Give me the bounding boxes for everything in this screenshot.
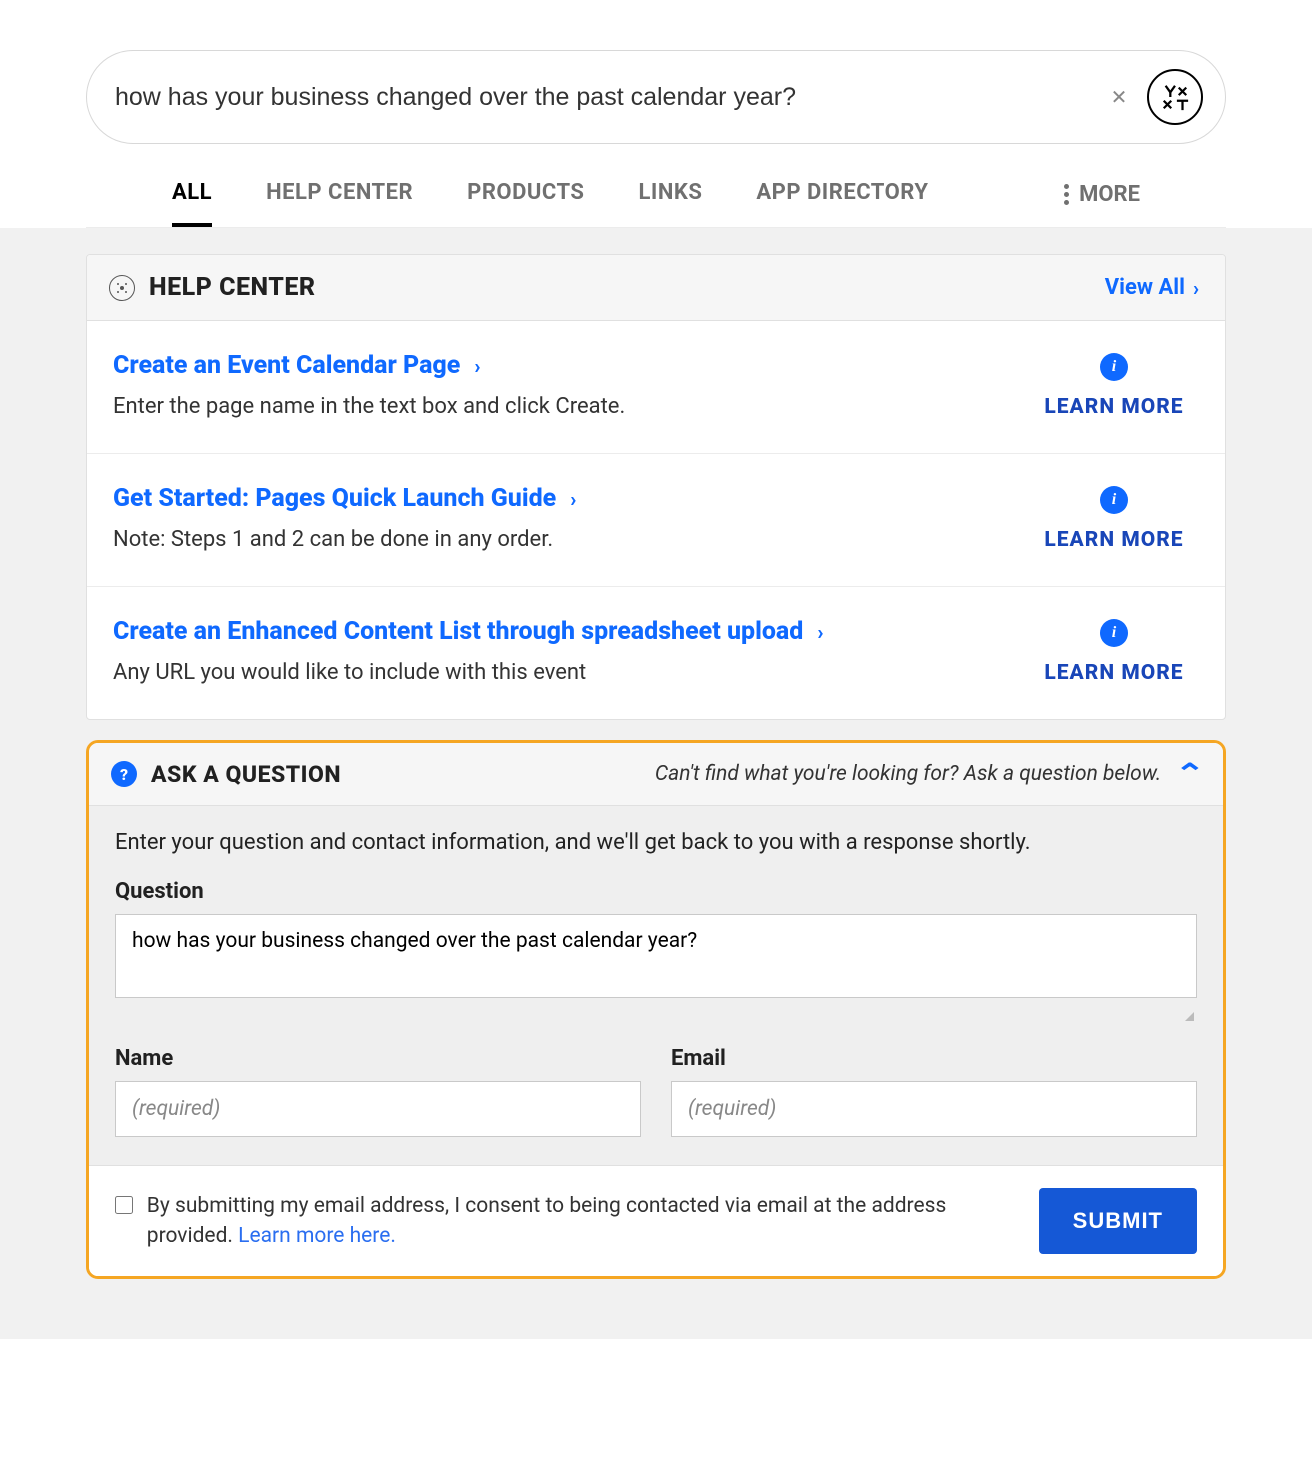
result-title-link[interactable]: Create an Event Calendar Page › (113, 351, 480, 380)
section-title: HELP CENTER (149, 273, 316, 302)
result-description: Note: Steps 1 and 2 can be done in any o… (113, 527, 999, 552)
ask-hint-text: Can't find what you're looking for? Ask … (655, 762, 1161, 786)
result-item: Create an Enhanced Content List through … (87, 587, 1225, 719)
ask-intro-text: Enter your question and contact informat… (115, 830, 1197, 855)
result-title-link[interactable]: Create an Enhanced Content List through … (113, 617, 823, 646)
name-label: Name (115, 1046, 641, 1071)
clear-search-button[interactable]: ✕ (1109, 87, 1129, 107)
search-bar: ✕ (86, 50, 1226, 144)
learn-more-link[interactable]: LEARN MORE (1029, 528, 1199, 552)
result-title-text: Get Started: Pages Quick Launch Guide (113, 484, 556, 513)
result-title-link[interactable]: Get Started: Pages Quick Launch Guide › (113, 484, 576, 513)
result-description: Enter the page name in the text box and … (113, 394, 999, 419)
consent-learn-more-link[interactable]: Learn more here. (238, 1224, 396, 1248)
collapse-toggle[interactable]: ⌃ (1175, 759, 1206, 789)
close-icon: ✕ (1111, 85, 1128, 110)
result-item: Create an Event Calendar Page › Enter th… (87, 321, 1225, 454)
learn-more-link[interactable]: LEARN MORE (1029, 661, 1199, 685)
chevron-right-icon: › (570, 487, 576, 511)
result-item: Get Started: Pages Quick Launch Guide › … (87, 454, 1225, 587)
tab-more-label: MORE (1079, 182, 1140, 207)
submit-button[interactable]: SUBMIT (1039, 1188, 1197, 1254)
tab-links[interactable]: LINKS (638, 180, 702, 227)
view-all-label: View All (1105, 275, 1185, 300)
view-all-link[interactable]: View All › (1105, 275, 1199, 300)
tab-help-center[interactable]: HELP CENTER (266, 180, 413, 227)
ask-section-title: ASK A QUESTION (151, 761, 341, 788)
consent-checkbox[interactable] (115, 1194, 133, 1216)
tab-products[interactable]: PRODUCTS (467, 180, 584, 227)
kebab-icon (1064, 184, 1069, 205)
tab-app-directory[interactable]: APP DIRECTORY (756, 180, 928, 227)
result-description: Any URL you would like to include with t… (113, 660, 999, 685)
tabs-nav: ALL HELP CENTER PRODUCTS LINKS APP DIREC… (86, 144, 1226, 228)
result-title-text: Create an Event Calendar Page (113, 351, 460, 380)
question-textarea[interactable] (115, 914, 1197, 998)
help-center-icon (109, 275, 135, 301)
tab-more[interactable]: MORE (1064, 182, 1140, 225)
search-input[interactable] (115, 83, 1091, 112)
help-center-section: HELP CENTER View All › Create an Event C… (86, 254, 1226, 720)
chevron-right-icon: › (1193, 276, 1199, 300)
chevron-right-icon: › (474, 354, 480, 378)
email-input[interactable] (671, 1081, 1197, 1137)
info-icon: i (1100, 619, 1128, 647)
learn-more-link[interactable]: LEARN MORE (1029, 395, 1199, 419)
ask-question-section: ? ASK A QUESTION Can't find what you're … (86, 740, 1226, 1279)
question-icon: ? (111, 761, 137, 787)
info-icon: i (1100, 486, 1128, 514)
info-icon: i (1100, 353, 1128, 381)
chevron-up-icon: ⌃ (1175, 759, 1206, 789)
question-label: Question (115, 879, 1197, 904)
email-label: Email (671, 1046, 1197, 1071)
tab-all[interactable]: ALL (172, 180, 212, 227)
chevron-right-icon: › (817, 620, 823, 644)
yext-logo-icon[interactable] (1147, 69, 1203, 125)
result-title-text: Create an Enhanced Content List through … (113, 617, 803, 646)
name-input[interactable] (115, 1081, 641, 1137)
consent-text: By submitting my email address, I consen… (147, 1191, 999, 1252)
